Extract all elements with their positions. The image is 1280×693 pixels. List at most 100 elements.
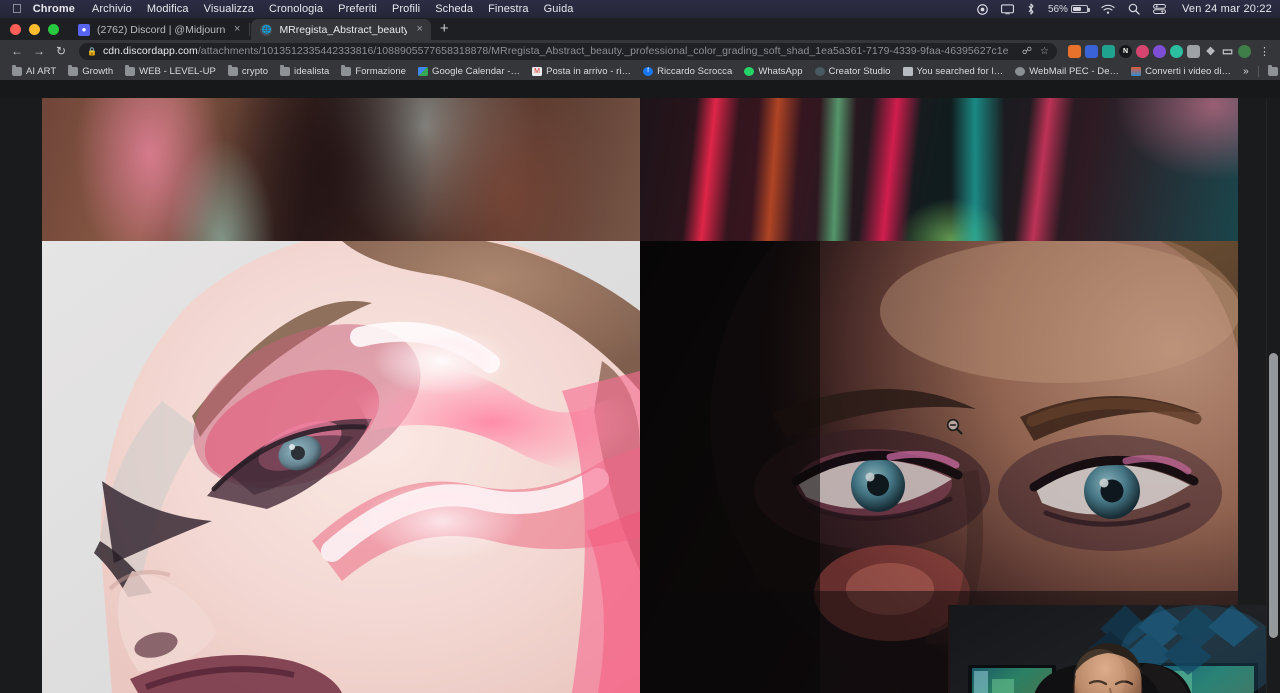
reload-button[interactable]: ↻ — [50, 41, 72, 61]
scrollbar-thumb[interactable] — [1269, 353, 1278, 638]
bluetooth-icon[interactable] — [1027, 3, 1035, 15]
extension-sidepanel-icon[interactable]: ▭ — [1221, 45, 1234, 58]
converter-icon — [1131, 67, 1141, 76]
bookmark-label: Formazione — [355, 66, 406, 77]
menu-preferiti[interactable]: Preferiti — [338, 3, 377, 15]
zoom-out-cursor — [946, 418, 963, 435]
chrome-window: ● (2762) Discord | @Midjourney × 🌐 MRreg… — [0, 18, 1280, 675]
site-icon — [903, 67, 913, 76]
menu-scheda[interactable]: Scheda — [435, 3, 473, 15]
bookmarks-bar: AI ART Growth WEB - LEVEL-UP crypto idea… — [0, 62, 1280, 80]
spotlight-search-icon[interactable] — [1128, 3, 1140, 15]
battery-icon — [1071, 5, 1088, 13]
bookmark-formazione[interactable]: Formazione — [335, 66, 412, 77]
bookmark-label: Growth — [82, 66, 113, 77]
address-bar-path: /attachments/1013512335442333816/1088905… — [198, 45, 1008, 57]
folder-icon — [125, 67, 135, 76]
bookmark-label: Riccardo Scrocca — [657, 66, 732, 77]
chrome-tabstrip: ● (2762) Discord | @Midjourney × 🌐 MRreg… — [0, 18, 1280, 40]
mail-icon — [1015, 67, 1025, 76]
control-center-icon[interactable] — [1153, 3, 1166, 15]
omnibox-action-icons: ☍ ☆ — [1014, 46, 1049, 57]
folder-icon — [12, 67, 22, 76]
bookmark-crypto[interactable]: crypto — [222, 66, 274, 77]
menu-archivio[interactable]: Archivio — [92, 3, 132, 15]
menu-modifica[interactable]: Modifica — [147, 3, 189, 15]
discord-icon: ● — [78, 24, 90, 36]
new-tab-button[interactable]: + — [431, 19, 458, 39]
address-bar-url: cdn.discordapp.com/attachments/101351233… — [103, 45, 1008, 57]
bookmark-ai-art[interactable]: AI ART — [6, 66, 62, 77]
extension-teal-leaf-icon[interactable] — [1170, 45, 1183, 58]
webcam-video-frame — [950, 605, 1266, 693]
back-button[interactable]: ← — [6, 41, 28, 61]
bookmark-label: AI ART — [26, 66, 56, 77]
bookmark-label: Google Calendar -… — [432, 66, 520, 77]
battery-status[interactable]: 56% — [1048, 4, 1088, 15]
facebook-icon: f — [643, 67, 653, 76]
webcam-overlay[interactable] — [948, 605, 1266, 693]
tab-image-label: MRregista_Abstract_beauty_... — [279, 24, 407, 36]
tab-image-active[interactable]: 🌐 MRregista_Abstract_beauty_... × — [251, 19, 430, 40]
folder-icon — [280, 67, 290, 76]
extension-fox-icon[interactable] — [1068, 45, 1081, 58]
bookmark-facebook[interactable]: f Riccardo Scrocca — [637, 66, 738, 77]
bookmark-label: WEB - LEVEL-UP — [139, 66, 216, 77]
grid-image-bottom-left[interactable] — [42, 241, 640, 693]
menu-finestra[interactable]: Finestra — [488, 3, 529, 15]
forward-button[interactable]: → — [28, 41, 50, 61]
chrome-toolbar: ← → ↻ 🔒 cdn.discordapp.com/attachments/1… — [0, 40, 1280, 62]
menu-chrome[interactable]: Chrome — [33, 3, 75, 15]
globe-icon: 🌐 — [260, 24, 272, 36]
whatsapp-icon — [744, 67, 754, 76]
extension-blue-diamond-icon[interactable] — [1085, 45, 1098, 58]
extension-grid-icon[interactable] — [1187, 45, 1200, 58]
close-window-button[interactable] — [10, 24, 21, 35]
bookmark-other-folder[interactable]: Altri Preferiti — [1262, 66, 1280, 77]
gmail-icon: M — [532, 67, 542, 76]
share-icon[interactable]: ☍ — [1022, 46, 1032, 57]
extension-pink-tag-icon[interactable] — [1136, 45, 1149, 58]
wifi-icon[interactable] — [1101, 4, 1115, 15]
profile-avatar[interactable] — [1238, 45, 1251, 58]
menubar-clock[interactable]: Ven 24 mar 20:22 — [1182, 3, 1272, 15]
bookmark-you-searched-for[interactable]: You searched for l… — [897, 66, 1010, 77]
bookmark-label: crypto — [242, 66, 268, 77]
extension-purple-orb-icon[interactable] — [1153, 45, 1166, 58]
bookmark-whatsapp[interactable]: WhatsApp — [738, 66, 808, 77]
bookmark-converti-video[interactable]: Converti i video di… — [1125, 66, 1237, 77]
extension-notion-icon[interactable]: N — [1119, 45, 1132, 58]
extensions-puzzle-icon[interactable]: ❖ — [1204, 45, 1217, 58]
battery-percent-label: 56% — [1048, 4, 1068, 15]
bookmark-growth[interactable]: Growth — [62, 66, 119, 77]
menu-profili[interactable]: Profili — [392, 3, 420, 15]
bookmark-label: Creator Studio — [829, 66, 891, 77]
bookmark-google-calendar[interactable]: Google Calendar -… — [412, 66, 526, 77]
minimize-window-button[interactable] — [29, 24, 40, 35]
menu-visualizza[interactable]: Visualizza — [204, 3, 254, 15]
bookmark-web-level-up[interactable]: WEB - LEVEL-UP — [119, 66, 222, 77]
bookmarks-divider — [1258, 66, 1259, 77]
extension-teal-ribbon-icon[interactable] — [1102, 45, 1115, 58]
folder-icon — [228, 67, 238, 76]
tab-discord[interactable]: ● (2762) Discord | @Midjourney × — [69, 19, 248, 40]
address-bar[interactable]: 🔒 cdn.discordapp.com/attachments/1013512… — [79, 43, 1057, 60]
star-icon[interactable]: ☆ — [1040, 46, 1049, 57]
bookmark-idealista[interactable]: idealista — [274, 66, 335, 77]
bookmark-creator-studio[interactable]: Creator Studio — [809, 66, 897, 77]
tab-discord-close-icon[interactable]: × — [232, 24, 242, 35]
bookmark-webmail-pec[interactable]: WebMail PEC - De… — [1009, 66, 1125, 77]
bookmarks-overflow-icon[interactable]: » — [1237, 66, 1255, 77]
menu-cronologia[interactable]: Cronologia — [269, 3, 323, 15]
page-scrollbar[interactable] — [1266, 98, 1280, 693]
chrome-menu-icon[interactable]: ⋮ — [1255, 45, 1274, 58]
display-icon[interactable] — [1001, 4, 1014, 15]
tab-image-close-icon[interactable]: × — [414, 24, 424, 35]
menu-guida[interactable]: Guida — [544, 3, 574, 15]
tab-separator — [249, 23, 250, 36]
apple-logo-icon[interactable]:  — [12, 2, 22, 15]
screen-record-icon[interactable] — [977, 4, 988, 15]
maximize-window-button[interactable] — [48, 24, 59, 35]
bookmark-gmail[interactable]: M Posta in arrivo - ri… — [526, 66, 637, 77]
macos-menubar:  Chrome Archivio Modifica Visualizza Cr… — [0, 0, 1280, 18]
